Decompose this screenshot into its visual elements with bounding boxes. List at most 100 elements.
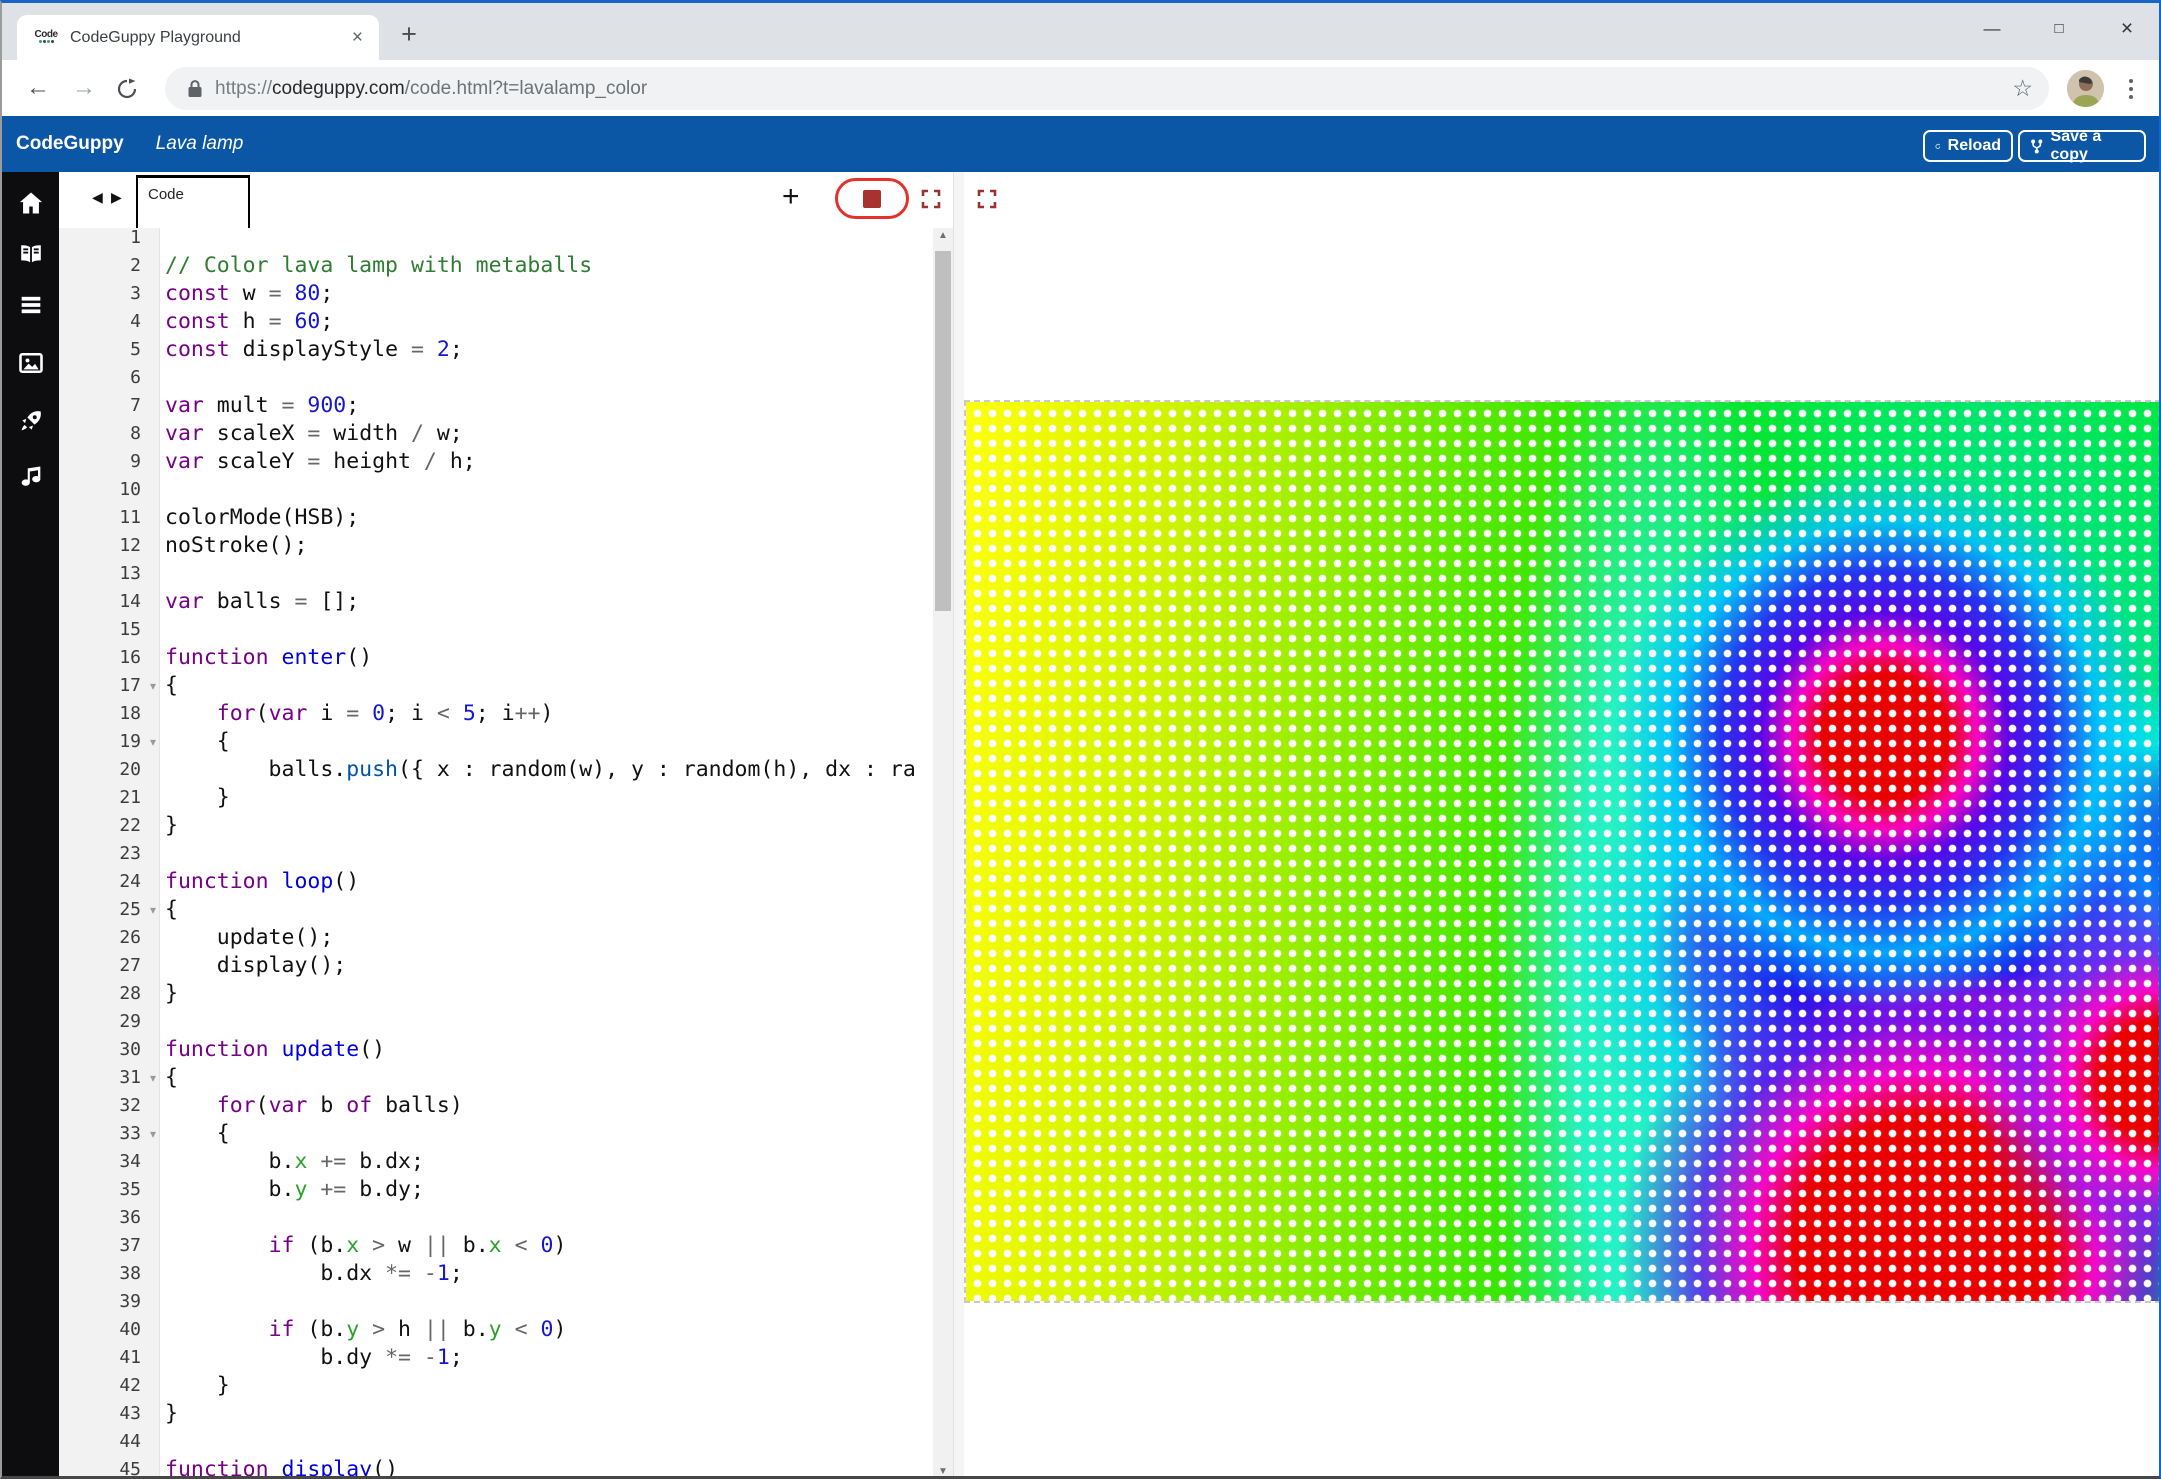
padlock-icon[interactable] (187, 79, 203, 98)
code-text: if (b.x > w || b.x < 0) (165, 1232, 566, 1260)
fullscreen-editor-button[interactable] (921, 189, 941, 209)
line-number: 42 (59, 1372, 141, 1400)
code-line[interactable]: 37 if (b.x > w || b.x < 0) (59, 1232, 933, 1260)
sidebar-item-docs[interactable] (15, 238, 47, 270)
tab-scroll-right-icon[interactable]: ▶ (111, 189, 122, 206)
code-line[interactable]: 16function enter() (59, 644, 933, 672)
code-line[interactable]: 15 (59, 616, 933, 644)
fold-marker-icon (141, 952, 165, 980)
code-line[interactable]: 36 (59, 1204, 933, 1232)
code-line[interactable]: 13 (59, 560, 933, 588)
code-line[interactable]: 42 } (59, 1372, 933, 1400)
code-line[interactable]: 4 const h = 60; (59, 308, 933, 336)
fold-marker-icon[interactable]: ▾ (141, 896, 165, 924)
code-line[interactable]: 11colorMode(HSB); (59, 504, 933, 532)
forward-button[interactable]: → (68, 73, 100, 105)
code-line[interactable]: 30function update() (59, 1036, 933, 1064)
code-line[interactable]: 33▾ { (59, 1120, 933, 1148)
fold-marker-icon (141, 588, 165, 616)
window-close-button[interactable]: × (2104, 13, 2150, 45)
sidebar-item-images[interactable] (15, 347, 47, 379)
editor-scrollbar[interactable]: ▲ ▼ (933, 228, 953, 1479)
code-line[interactable]: 28} (59, 980, 933, 1008)
code-line[interactable]: 8var scaleX = width / w; (59, 420, 933, 448)
scrollbar-down-icon[interactable]: ▼ (933, 1466, 953, 1477)
app-reload-button[interactable]: Reload (1923, 130, 2013, 162)
scrollbar-up-icon[interactable]: ▲ (933, 230, 953, 241)
code-line[interactable]: 2// Color lava lamp with metaballs (59, 252, 933, 280)
code-line[interactable]: 14var balls = []; (59, 588, 933, 616)
browser-menu-kebab-icon[interactable] (2121, 73, 2141, 105)
code-text: const h = 60; (165, 308, 333, 336)
fold-marker-icon (141, 756, 165, 784)
sidebar-item-lessons[interactable] (15, 289, 47, 321)
fold-marker-icon[interactable]: ▾ (141, 1064, 165, 1092)
browser-tab[interactable]: Code CodeGuppy Playground × (17, 15, 379, 60)
save-a-copy-button[interactable]: Save a copy (2018, 130, 2146, 162)
code-line[interactable]: 12noStroke(); (59, 532, 933, 560)
sidebar-item-home[interactable] (15, 187, 47, 219)
pane-divider[interactable] (953, 172, 964, 1479)
code-line[interactable]: 32 for(var b of balls) (59, 1092, 933, 1120)
code-line[interactable]: 9var scaleY = height / h; (59, 448, 933, 476)
line-number: 33 (59, 1120, 141, 1148)
code-line[interactable]: 6 (59, 364, 933, 392)
code-line[interactable]: 39 (59, 1288, 933, 1316)
back-button[interactable]: ← (22, 73, 54, 105)
code-line[interactable]: 40 if (b.y > h || b.y < 0) (59, 1316, 933, 1344)
browser-reload-button[interactable] (116, 73, 148, 105)
code-line[interactable]: 20 balls.push({ x : random(w), y : rando… (59, 756, 933, 784)
window-minimize-button[interactable]: — (1969, 13, 2015, 45)
sidebar-item-projects[interactable] (15, 405, 47, 437)
code-line[interactable]: 38 b.dx *= -1; (59, 1260, 933, 1288)
code-line[interactable]: 21 } (59, 784, 933, 812)
rocket-icon (17, 407, 45, 435)
fold-marker-icon[interactable]: ▾ (141, 672, 165, 700)
code-line[interactable]: 19▾ { (59, 728, 933, 756)
fold-marker-icon[interactable]: ▾ (141, 1120, 165, 1148)
code-editor[interactable]: 12// Color lava lamp with metaballs3cons… (59, 228, 933, 1479)
address-bar[interactable]: https://codeguppy.com/code.html?t=lavala… (165, 67, 2049, 110)
tab-close-icon[interactable]: × (350, 27, 365, 49)
line-number: 18 (59, 700, 141, 728)
fullscreen-output-button[interactable] (977, 189, 997, 209)
code-line[interactable]: 44 (59, 1428, 933, 1456)
window-maximize-button[interactable]: □ (2036, 13, 2082, 45)
code-line[interactable]: 17▾{ (59, 672, 933, 700)
code-line[interactable]: 45function display() (59, 1456, 933, 1479)
new-tab-button[interactable]: + (393, 19, 425, 51)
code-line[interactable]: 18 for(var i = 0; i < 5; i++) (59, 700, 933, 728)
code-line[interactable]: 26 update(); (59, 924, 933, 952)
code-line[interactable]: 1 (59, 228, 933, 252)
app-brand[interactable]: CodeGuppy (16, 133, 124, 155)
fold-marker-icon[interactable]: ▾ (141, 728, 165, 756)
code-line[interactable]: 22} (59, 812, 933, 840)
tab-code[interactable]: Code (136, 175, 250, 228)
code-line[interactable]: 5const displayStyle = 2; (59, 336, 933, 364)
code-line[interactable]: 35 b.y += b.dy; (59, 1176, 933, 1204)
code-line[interactable]: 29 (59, 1008, 933, 1036)
profile-avatar[interactable] (2067, 70, 2104, 107)
code-line[interactable]: 24function loop() (59, 868, 933, 896)
code-line[interactable]: 43} (59, 1400, 933, 1428)
browser-titlebar: Code CodeGuppy Playground × + — □ × (2, 3, 2159, 60)
code-line[interactable]: 34 b.x += b.dx; (59, 1148, 933, 1176)
code-line[interactable]: 27 display(); (59, 952, 933, 980)
code-line[interactable]: 31▾{ (59, 1064, 933, 1092)
line-number: 4 (59, 308, 141, 336)
code-line[interactable]: 3const w = 80; (59, 280, 933, 308)
code-line[interactable]: 23 (59, 840, 933, 868)
code-line[interactable]: 25▾{ (59, 896, 933, 924)
code-text: } (165, 980, 178, 1008)
bookmark-star-icon[interactable]: ☆ (2012, 75, 2033, 102)
fold-marker-icon (141, 560, 165, 588)
add-file-button[interactable]: + (782, 180, 800, 214)
preview-canvas[interactable] (964, 400, 2161, 1303)
sidebar-item-music[interactable] (15, 461, 47, 493)
tab-scroll-left-icon[interactable]: ◀ (92, 189, 103, 206)
code-line[interactable]: 7var mult = 900; (59, 392, 933, 420)
scrollbar-thumb[interactable] (935, 251, 951, 611)
code-line[interactable]: 41 b.dy *= -1; (59, 1344, 933, 1372)
stop-button[interactable] (835, 178, 909, 219)
code-line[interactable]: 10 (59, 476, 933, 504)
